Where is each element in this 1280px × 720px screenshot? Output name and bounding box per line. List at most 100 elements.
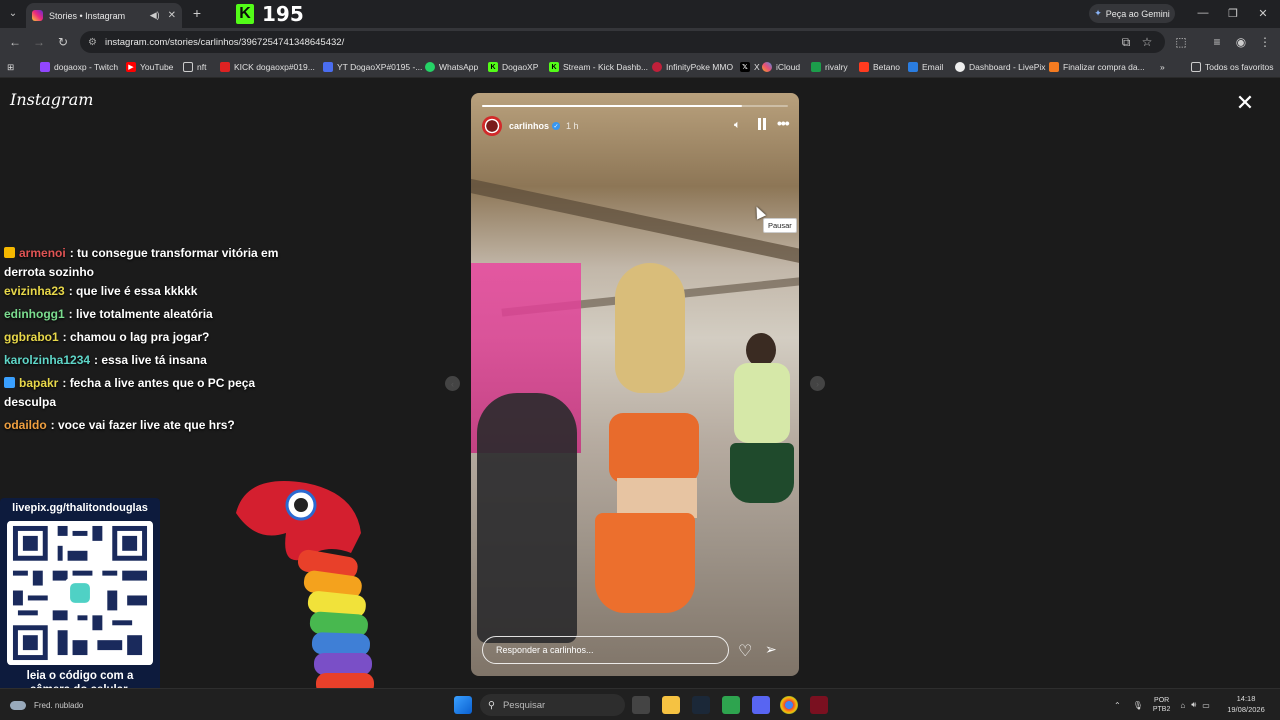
tab-strip: ⌄ Stories • Instagram ◀) ✕ + K 195 ✦ Peç… <box>0 0 1280 28</box>
address-bar[interactable]: ⚙ instagram.com/stories/carlinhos/396725… <box>80 31 1165 53</box>
bookmark-kick-dashboard[interactable]: K Stream - Kick Dashb... <box>549 60 648 74</box>
kick-viewer-counter: K 195 <box>236 2 304 26</box>
bookmark-folder-nft[interactable]: nft <box>183 60 206 74</box>
weather-widget[interactable]: Fred. nublado <box>10 693 83 717</box>
tab-search-button[interactable]: ⌄ <box>4 4 22 22</box>
bookmark-infinitypoke[interactable]: InfinityPoke MMO <box>652 60 733 74</box>
taskbar-search[interactable]: ⚲ Pesquisar <box>480 694 625 716</box>
forward-arrow-icon[interactable]: → <box>30 34 48 50</box>
system-tray: ⌃ 🎙︎ POR PTB2 ⌂ 🔊︎ ▭ <box>1114 693 1210 717</box>
gemini-label: Peça ao Gemini <box>1105 8 1170 19</box>
tray-chevron-icon[interactable]: ⌃ <box>1114 701 1121 710</box>
pokeball-icon <box>652 62 662 72</box>
file-explorer-icon[interactable] <box>662 696 680 714</box>
green-app-icon[interactable] <box>722 696 740 714</box>
menu-kebab-icon[interactable]: ⋮ <box>1256 34 1274 50</box>
speaker-icon[interactable]: 🔊︎ <box>1191 700 1196 710</box>
all-bookmarks-folder[interactable]: Todos os favoritos <box>1191 60 1274 74</box>
previous-story-arrow-icon[interactable]: ‹ <box>445 376 460 391</box>
verified-badge-icon: ✓ <box>552 122 561 130</box>
close-tab-icon[interactable]: ✕ <box>168 10 176 21</box>
site-info-icon[interactable]: ⚙ <box>88 37 97 48</box>
maximize-icon[interactable]: ❐ <box>1218 4 1248 22</box>
bookmark-livepix[interactable]: Dashboard - LivePix <box>955 60 1046 74</box>
story-username[interactable]: carlinhos <box>509 121 549 131</box>
more-options-icon[interactable]: ••• <box>777 115 790 131</box>
install-app-icon[interactable]: ⧉ <box>1117 34 1135 50</box>
story-avatar[interactable] <box>482 116 502 136</box>
task-view-icon[interactable] <box>632 696 650 714</box>
network-icon[interactable]: ⌂ <box>1180 701 1185 710</box>
bookmark-whatsapp[interactable]: WhatsApp <box>425 60 478 74</box>
cloud-icon <box>10 700 26 710</box>
subscriber-badge-icon <box>4 247 15 258</box>
bookmark-kick[interactable]: KICK dogaoxp#019... <box>220 60 315 74</box>
chat-message: odaildo: voce vai fazer live ate que hrs… <box>4 418 235 432</box>
qr-code-icon <box>7 521 153 665</box>
bookmark-twitch[interactable]: dogaoxp - Twitch <box>40 60 118 74</box>
whatsapp-icon <box>425 62 435 72</box>
reload-icon[interactable]: ↻ <box>54 34 72 50</box>
bookmark-email[interactable]: Email <box>908 60 943 74</box>
taskbar-clock[interactable]: 14:18 19/08/2026 <box>1225 693 1267 715</box>
browser-toolbar: ← → ↻ ⚙ instagram.com/stories/carlinhos/… <box>0 28 1280 56</box>
instagram-logo[interactable]: Instagram <box>10 90 93 109</box>
extensions-icon[interactable]: ⬚ <box>1172 34 1190 50</box>
language-indicator[interactable]: POR PTB2 <box>1153 696 1171 714</box>
story-viewer[interactable]: carlinhos ✓ 1 h 🔈︎ ••• Responder a carli… <box>471 93 799 676</box>
bookmarks-overflow-icon[interactable]: » <box>1160 60 1165 74</box>
send-icon[interactable]: ➢ <box>765 641 777 658</box>
shop-icon <box>1049 62 1059 72</box>
bookmark-yt-dogao[interactable]: YT DogaoXP#0195 -... <box>323 60 422 74</box>
battery-icon[interactable]: ▭ <box>1202 701 1210 710</box>
bookmark-finalizar[interactable]: Finalizar compra da... <box>1049 60 1145 74</box>
livepix-qr-widget: livepix.gg/thalitondouglas leia o código… <box>0 498 160 701</box>
icloud-icon <box>762 62 772 72</box>
active-tab[interactable]: Stories • Instagram ◀) ✕ <box>26 3 182 28</box>
folder-icon <box>1191 62 1201 72</box>
discord-icon[interactable] <box>752 696 770 714</box>
youtube-icon: ▶ <box>126 62 136 72</box>
volume-icon[interactable]: 🔈︎ <box>734 119 741 132</box>
steam-icon[interactable] <box>692 696 710 714</box>
pause-icon[interactable] <box>757 118 767 130</box>
rivalry-icon <box>811 62 821 72</box>
window-close-icon[interactable]: ✕ <box>1248 4 1278 22</box>
minimize-icon[interactable]: — <box>1188 4 1218 22</box>
windows-taskbar: Fred. nublado ⚲ Pesquisar ⌃ 🎙︎ POR PTB2 … <box>0 688 1280 720</box>
livepix-icon <box>955 62 965 72</box>
windows-start-icon[interactable] <box>454 696 472 714</box>
kick-logo-icon: K <box>236 4 254 24</box>
bookmark-star-icon[interactable]: ☆ <box>1138 34 1156 50</box>
reply-input[interactable]: Responder a carlinhos... <box>482 636 729 664</box>
red-app-icon[interactable] <box>810 696 828 714</box>
audio-playing-icon[interactable]: ◀) <box>150 10 160 21</box>
back-arrow-icon[interactable]: ← <box>6 34 24 50</box>
chrome-icon[interactable] <box>780 696 798 714</box>
story-header: carlinhos ✓ 1 h 🔈︎ ••• <box>482 115 790 137</box>
bookmark-youtube[interactable]: ▶ YouTube <box>126 60 173 74</box>
heart-icon[interactable]: ♡ <box>738 641 752 661</box>
bookmark-icloud[interactable]: iCloud <box>762 60 800 74</box>
kick-viewer-count: 195 <box>262 2 304 26</box>
email-icon <box>908 62 918 72</box>
reading-list-icon[interactable]: ≡ <box>1208 34 1226 50</box>
gemini-button[interactable]: ✦ Peça ao Gemini <box>1089 4 1175 23</box>
profile-avatar-icon[interactable]: ◉ <box>1232 34 1250 50</box>
yt-studio-icon <box>323 62 333 72</box>
bookmark-betano[interactable]: Betano <box>859 60 900 74</box>
bookmark-rivalry[interactable]: rivalry <box>811 60 848 74</box>
livepix-url: livepix.gg/thalitondouglas <box>12 502 148 514</box>
folder-icon <box>183 62 193 72</box>
x-logo-icon: 𝕏 <box>740 62 750 72</box>
microphone-icon[interactable]: 🎙︎ <box>1133 701 1143 710</box>
apps-grid-icon[interactable]: ⊞ <box>7 60 14 74</box>
next-story-arrow-icon[interactable]: › <box>810 376 825 391</box>
bookmarks-bar: ⊞ dogaoxp - Twitch ▶ YouTube nft KICK dog… <box>0 56 1280 78</box>
bookmark-dogaoxp[interactable]: K DogaoXP <box>488 60 538 74</box>
twitch-icon <box>40 62 50 72</box>
pause-tooltip: Pausar <box>763 218 797 233</box>
close-story-icon[interactable]: ✕ <box>1234 92 1256 114</box>
bookmark-x[interactable]: 𝕏X <box>740 60 760 74</box>
new-tab-button[interactable]: + <box>188 4 206 22</box>
